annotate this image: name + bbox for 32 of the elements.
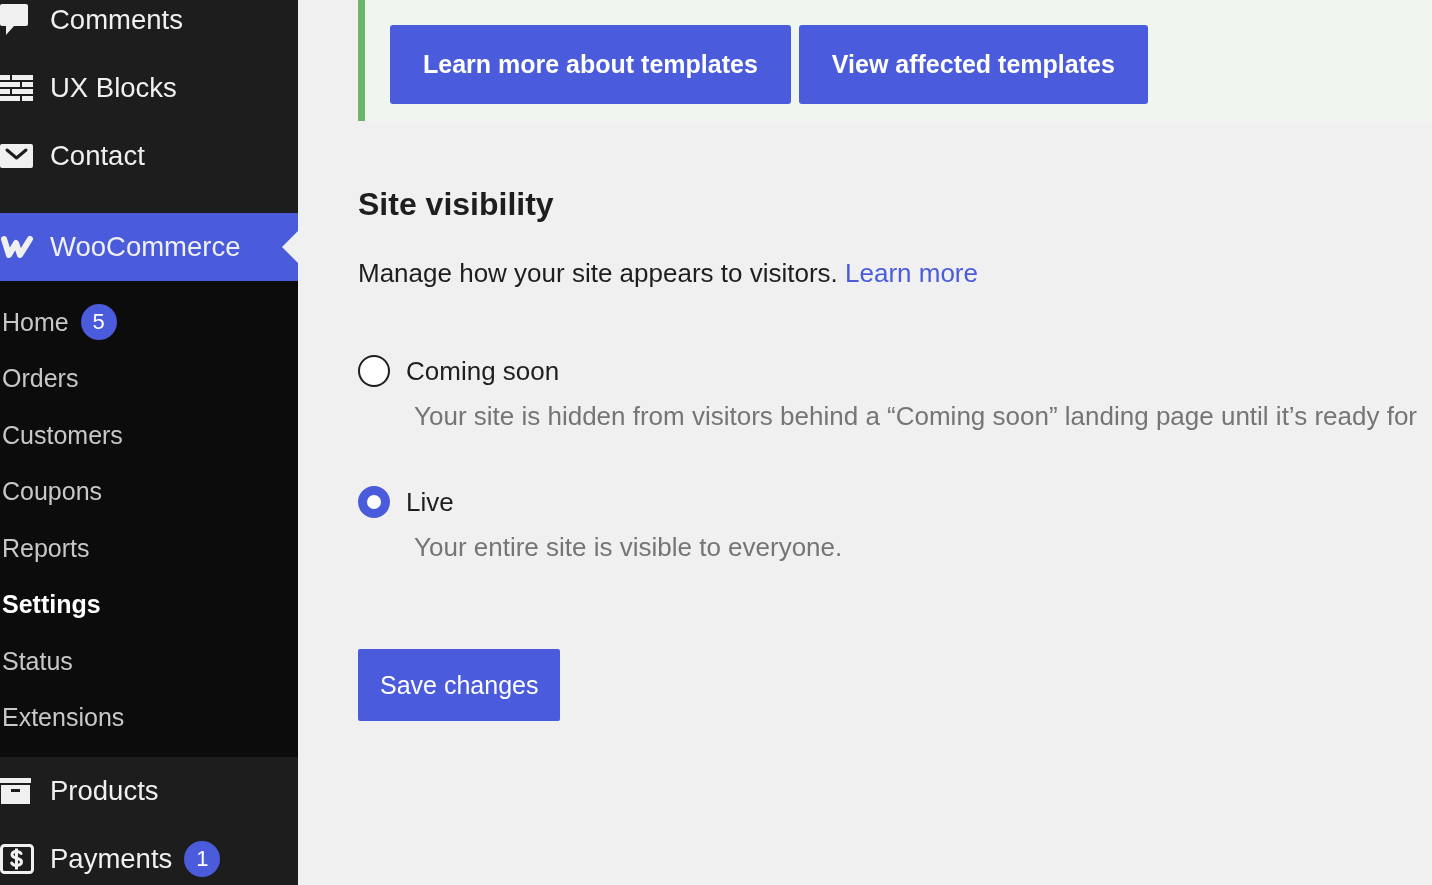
- submenu-item[interactable]: Coupons: [0, 463, 298, 520]
- sidebar-menu-item[interactable]: Products: [0, 757, 298, 825]
- submenu-item[interactable]: Reports: [0, 520, 298, 577]
- count-badge: 1: [184, 841, 221, 877]
- notice-button[interactable]: Learn more about templates: [390, 25, 791, 104]
- section-heading: Site visibility: [358, 185, 554, 223]
- sidebar-menu-item[interactable]: Comments: [0, 0, 298, 54]
- option-label: Live: [406, 486, 454, 518]
- sidebar-menu-item[interactable]: Payments 1: [0, 825, 298, 885]
- submenu-item[interactable]: Customers: [0, 407, 298, 464]
- submenu-item[interactable]: Status: [0, 633, 298, 690]
- submenu-item[interactable]: Orders: [0, 350, 298, 407]
- option-description: Your site is hidden from visitors behind a “Coming soon” landing page until it’s ready for: [414, 401, 1417, 431]
- option-label: Coming soon: [406, 355, 560, 387]
- bricks-icon: [0, 75, 33, 101]
- speech-bubble-icon: [0, 4, 28, 36]
- submenu-item[interactable]: Home 5: [0, 294, 298, 351]
- submenu-item[interactable]: Settings: [0, 576, 298, 633]
- w-logo-icon: [0, 235, 34, 259]
- count-badge: 5: [80, 304, 117, 341]
- submenu-item[interactable]: Extensions: [0, 689, 298, 746]
- sidebar-menu-item[interactable]: Contact: [0, 122, 298, 190]
- radio-button[interactable]: [358, 486, 390, 518]
- notice-button[interactable]: View affected templates: [798, 25, 1148, 104]
- learn-more-link[interactable]: Learn more: [845, 258, 978, 288]
- section-description: Manage how your site appears to visitors. Learn more: [358, 258, 978, 288]
- option-description: Your entire site is visible to everyone.: [414, 532, 843, 562]
- radio-button[interactable]: [358, 355, 390, 387]
- save-button[interactable]: Save changes: [358, 649, 561, 721]
- sidebar-menu-item[interactable]: WooCommerce: [0, 213, 298, 281]
- sidebar-menu-item[interactable]: UX Blocks: [0, 54, 298, 122]
- dollar-icon: [0, 844, 34, 874]
